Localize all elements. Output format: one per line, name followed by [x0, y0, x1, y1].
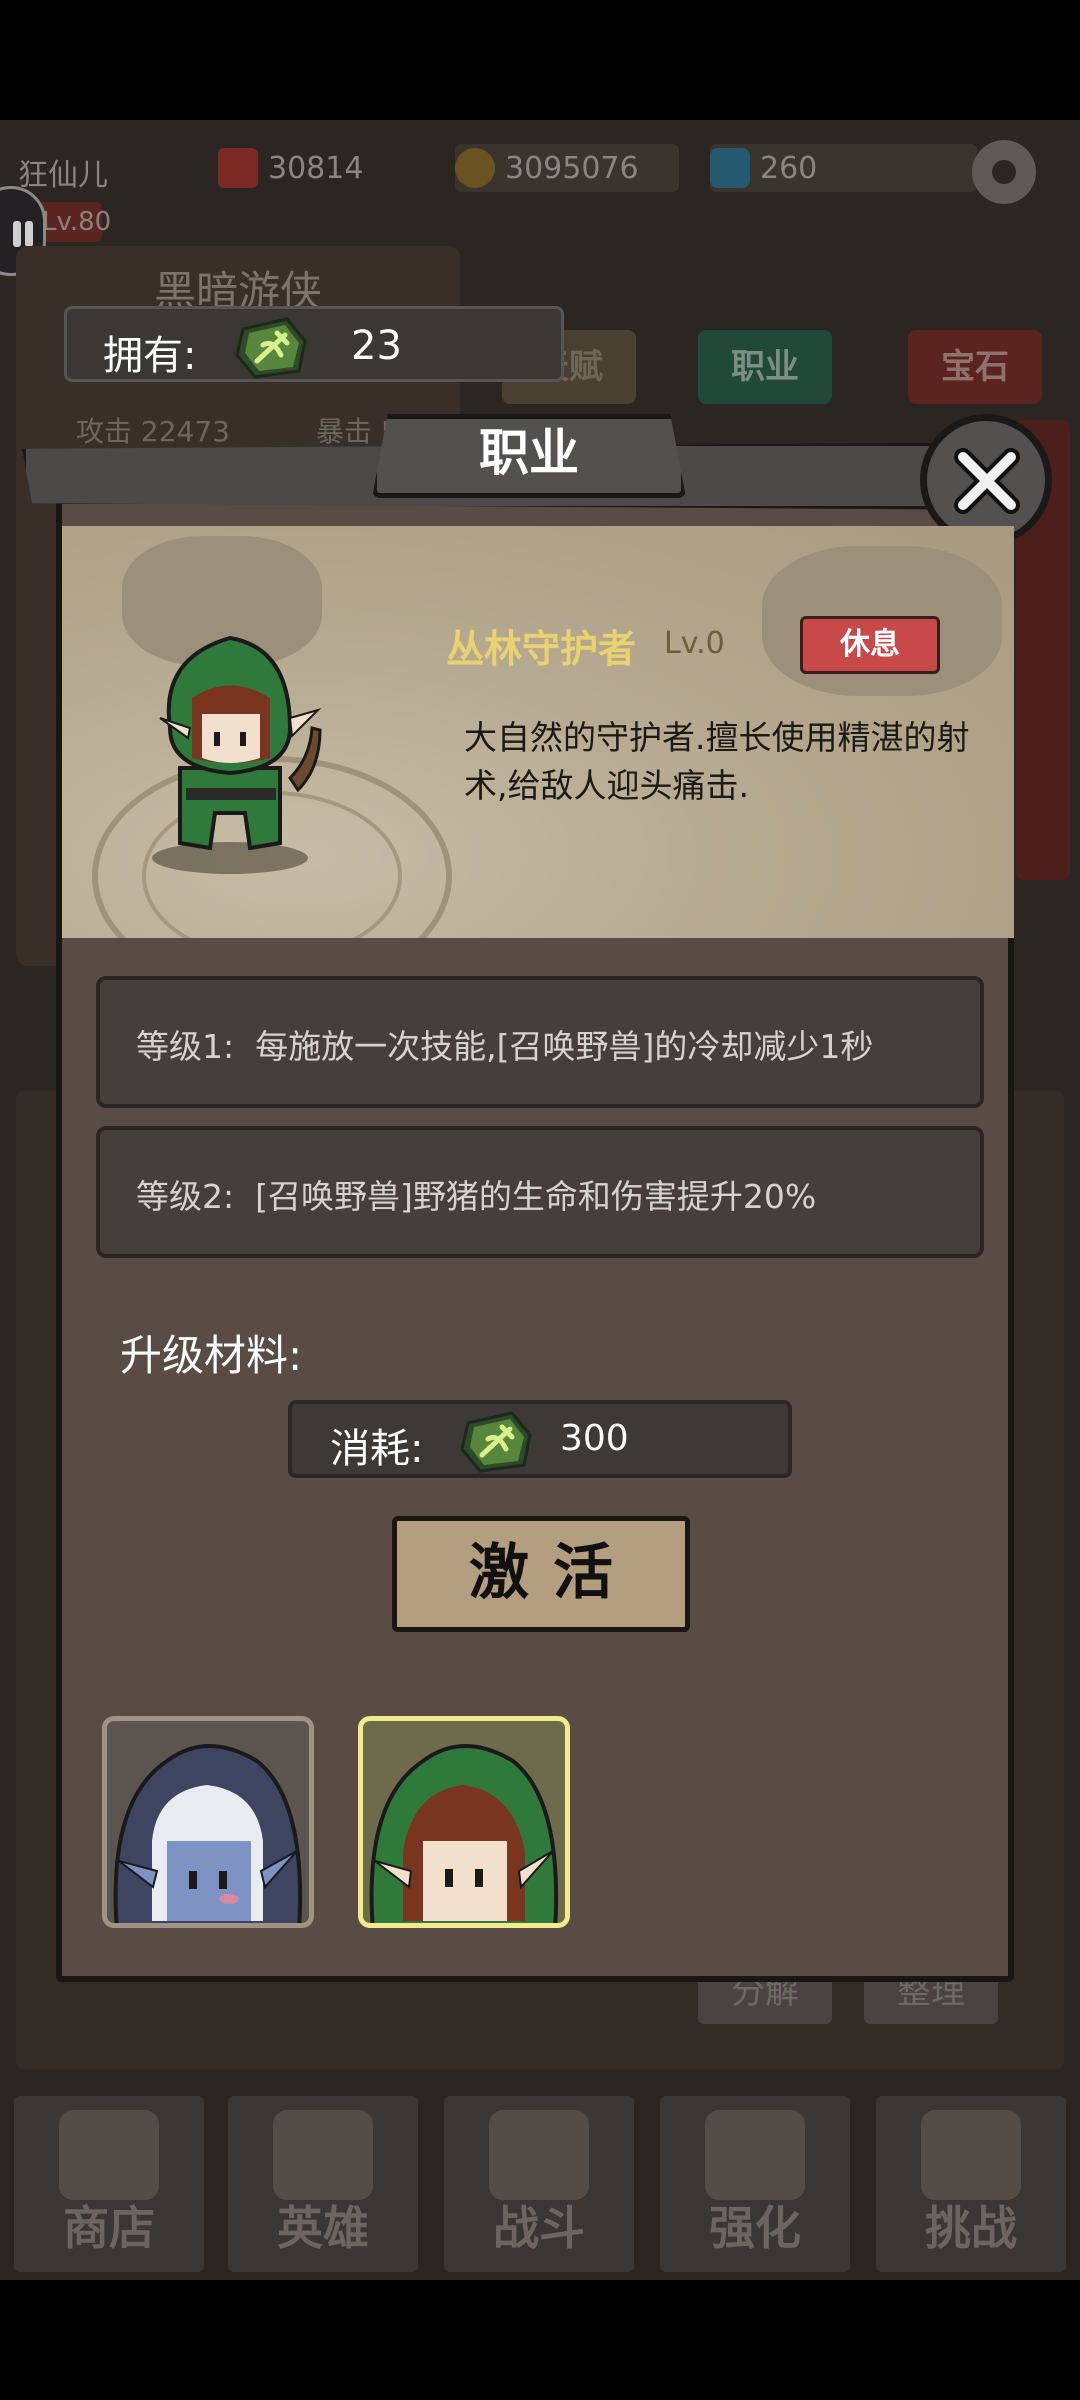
power-stat: 30814: [218, 144, 363, 192]
settings-gear-icon[interactable]: [972, 140, 1036, 204]
level-effect-2: 等级2: [召唤野兽]野猪的生命和伤害提升20%: [96, 1126, 984, 1258]
bottom-nav: 商店 英雄 战斗 强化 挑战: [0, 2086, 1080, 2280]
cost-label: 消耗:: [330, 1426, 424, 1472]
tab-gem[interactable]: 宝石: [908, 330, 1042, 404]
job-option-jungle-guardian[interactable]: [358, 1716, 570, 1928]
gem-value: 260: [760, 150, 818, 186]
shop-stall-icon: [59, 2110, 159, 2200]
crossed-swords-icon: [489, 2110, 589, 2200]
cost-value: 300: [560, 1418, 629, 1459]
viking-helmet-icon: [273, 2110, 373, 2200]
top-bar: 狂仙儿 30814 3095076 260: [0, 140, 1080, 204]
level-desc: [召唤野兽]野猪的生命和伤害提升20%: [255, 1177, 817, 1216]
job-description: 大自然的守护者.擅长使用精湛的射术,给敌人迎头痛击.: [464, 718, 970, 805]
gold-value: 3095076: [505, 150, 639, 186]
close-icon: [954, 448, 1020, 514]
dialog-title: 职业: [479, 424, 579, 482]
nav-upgrade[interactable]: 强化: [660, 2096, 850, 2272]
map-scroll-icon: [921, 2110, 1021, 2200]
nav-label: 强化: [709, 2201, 801, 2255]
power-value: 30814: [268, 150, 364, 186]
level-label: 等级2:: [136, 1177, 235, 1216]
diamond-icon: [710, 148, 750, 188]
gem-stat[interactable]: 260: [710, 144, 978, 192]
shield-icon: [218, 148, 258, 188]
nav-label: 战斗: [493, 2201, 585, 2255]
level-desc: 每施放一次技能,[召唤野兽]的冷却减少1秒: [255, 1027, 874, 1066]
hero-stat-attack: 攻击 22473: [76, 415, 230, 448]
level-effect-1: 等级1: 每施放一次技能,[召唤野兽]的冷却减少1秒: [96, 976, 984, 1108]
nav-shop[interactable]: 商店: [14, 2096, 204, 2272]
job-name: 丛林守护者: [446, 627, 637, 671]
owned-label: 拥有:: [103, 333, 197, 379]
player-name: 狂仙儿: [18, 158, 108, 193]
nav-hero[interactable]: 英雄: [228, 2096, 418, 2272]
cost-box: 消耗: 300: [288, 1400, 792, 1478]
job-option-dark-ranger[interactable]: [102, 1716, 314, 1928]
level-effect-text: 等级2: [召唤野兽]野猪的生命和伤害提升20%: [136, 1170, 816, 1218]
nav-label: 挑战: [925, 2201, 1017, 2255]
crossbow-token-icon: [458, 1406, 536, 1482]
level-effect-text: 等级1: 每施放一次技能,[召唤野兽]的冷却减少1秒: [136, 1020, 873, 1068]
gold-stat[interactable]: 3095076: [455, 144, 679, 192]
owned-counter: 拥有: 23: [64, 306, 564, 382]
level-label: 等级1:: [136, 1027, 235, 1066]
dark-ranger-portrait-icon: [113, 1744, 303, 1923]
crossbow-token-icon: [233, 315, 311, 385]
nav-challenge[interactable]: 挑战: [876, 2096, 1066, 2272]
nav-label: 英雄: [277, 2201, 369, 2255]
owned-count: 23: [351, 323, 402, 369]
nav-label: 商店: [63, 2201, 155, 2255]
ranger-character-sprite: [140, 618, 340, 882]
tab-job[interactable]: 职业: [698, 330, 832, 404]
hammer-icon: [705, 2110, 805, 2200]
status-badge: 休息: [800, 616, 940, 674]
activate-button[interactable]: 激活: [392, 1516, 690, 1632]
job-level: Lv.0: [664, 626, 725, 661]
materials-label: 升级材料:: [120, 1331, 303, 1380]
jungle-guardian-portrait-icon: [369, 1744, 559, 1923]
coin-icon: [455, 148, 495, 188]
system-nav-area: [0, 2280, 1080, 2400]
nav-battle[interactable]: 战斗: [444, 2096, 634, 2272]
